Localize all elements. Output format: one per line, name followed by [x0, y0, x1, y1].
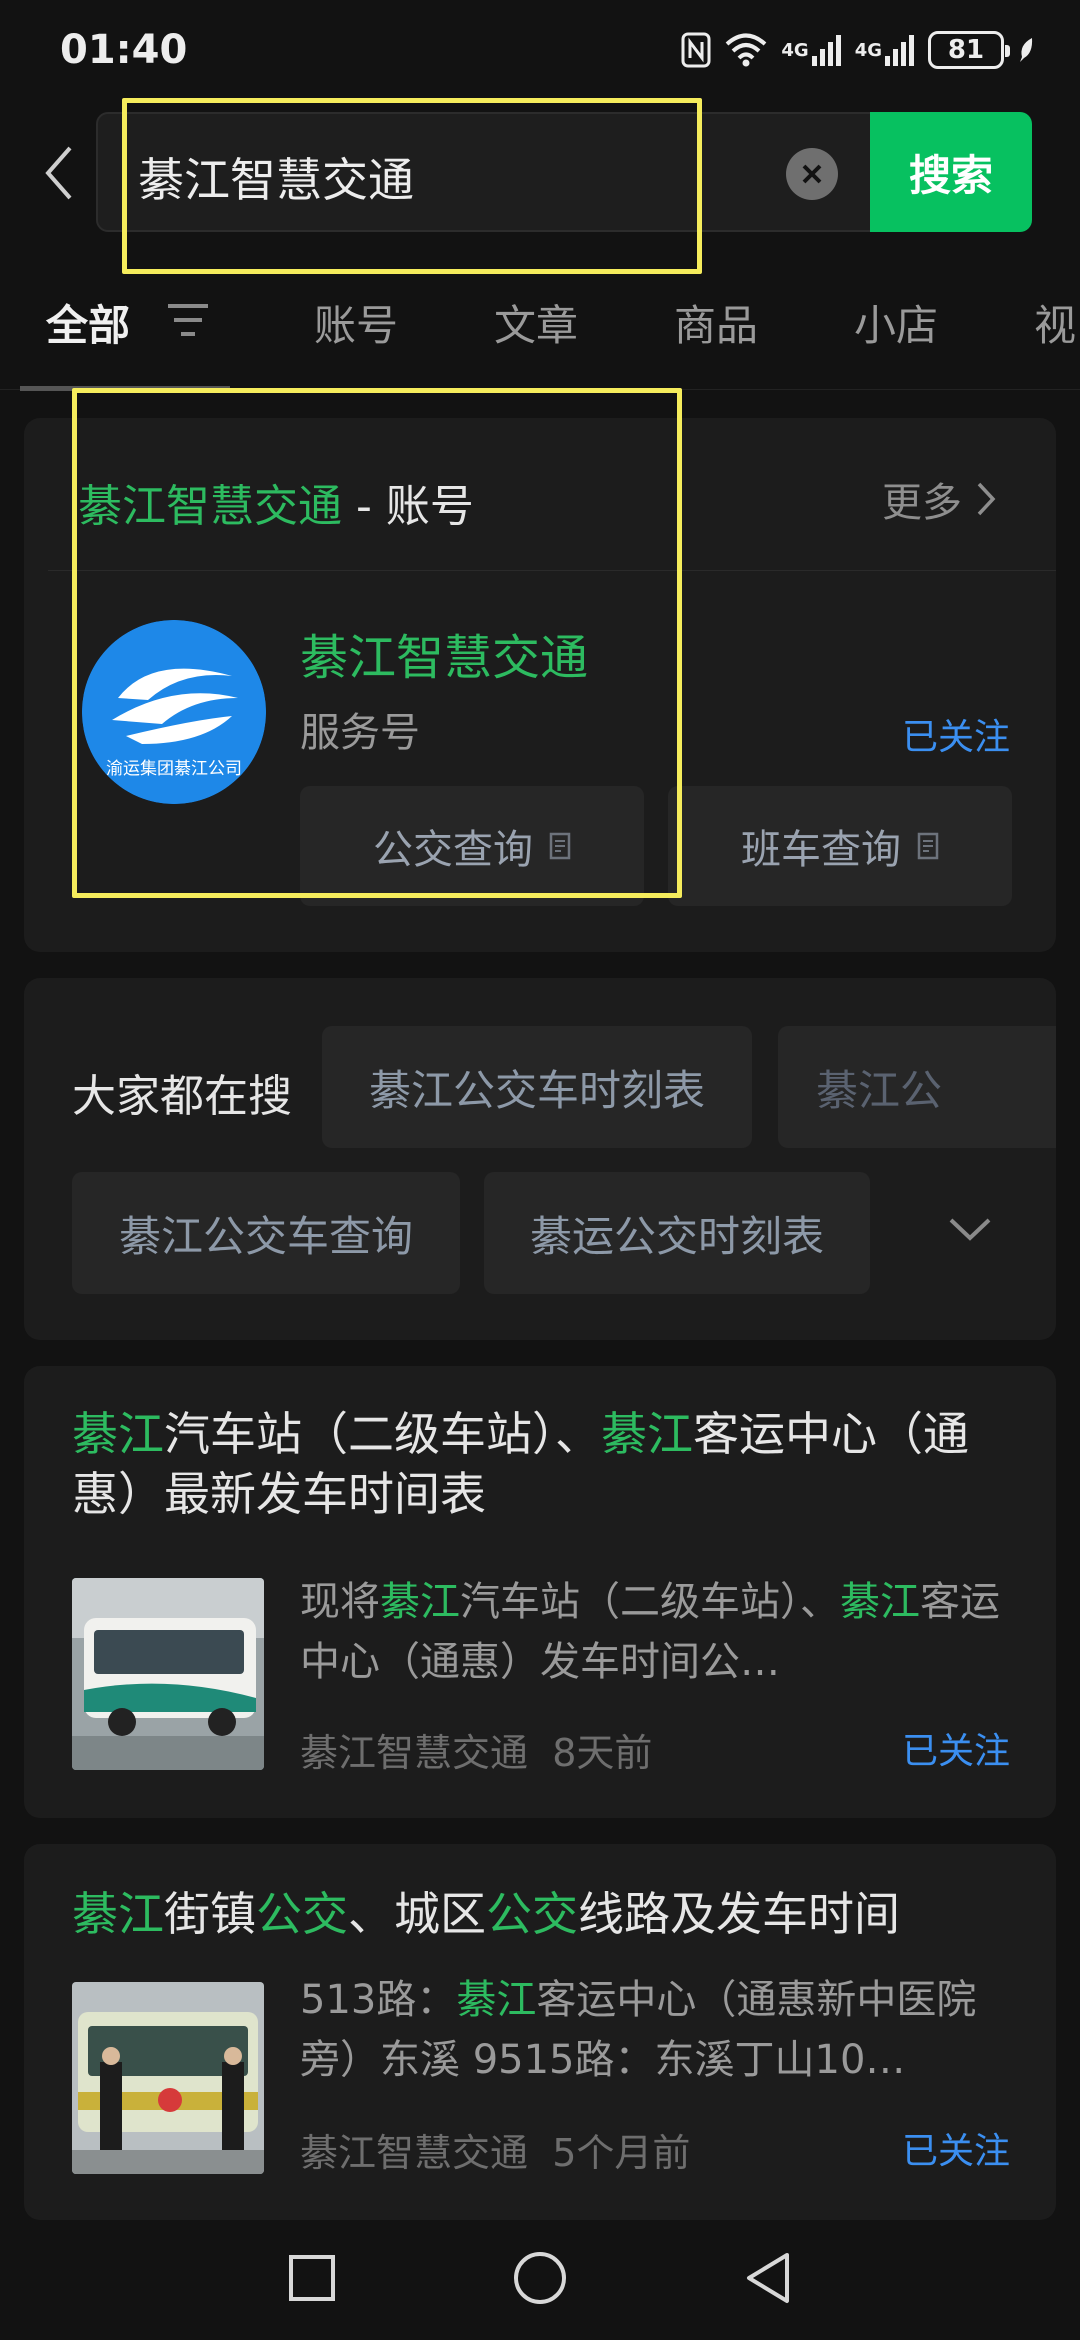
clear-search-button[interactable]	[786, 148, 838, 200]
title-keyword: 公交	[486, 1887, 578, 1941]
follow-status[interactable]: 已关注	[902, 2122, 1010, 2174]
signal-icon-1: 4G	[781, 34, 841, 66]
signal-icon-2: 4G	[855, 34, 914, 66]
article-result-card[interactable]: 綦江街镇公交、城区公交线路及发车时间 513路：綦江客运中心（通惠新中医院旁）东…	[24, 1844, 1056, 2220]
square-icon	[289, 2255, 336, 2301]
nfc-icon	[681, 32, 711, 68]
follow-status[interactable]: 已关注	[902, 1722, 1010, 1774]
annotation-highlight-search	[122, 98, 702, 274]
network-type-1: 4G	[781, 39, 809, 61]
source-name: 綦江智慧交通	[300, 1731, 529, 1775]
status-time: 01:40	[60, 27, 188, 73]
annotation-highlight-account	[72, 388, 682, 898]
more-accounts-link[interactable]: 更多	[882, 470, 996, 528]
publish-time: 5个月前	[552, 2131, 691, 2175]
bus-image-icon	[72, 1578, 264, 1770]
service-coach-query-button[interactable]: 班车查询	[668, 786, 1012, 906]
publish-time: 8天前	[552, 1731, 653, 1775]
wifi-icon	[725, 33, 767, 67]
desc-keyword: 綦江	[380, 1579, 460, 1625]
close-icon	[802, 164, 822, 184]
article-source: 綦江智慧交通 8天前	[300, 1722, 652, 1777]
network-type-2: 4G	[854, 39, 882, 61]
back-button[interactable]	[34, 138, 84, 208]
title-text: 汽车站（二级车站）、	[164, 1407, 601, 1461]
filter-icon[interactable]	[166, 302, 210, 342]
source-name: 綦江智慧交通	[300, 2131, 529, 2175]
hot-search-chip[interactable]: 綦运公交时刻表	[484, 1172, 870, 1294]
title-text: 、城区	[348, 1887, 486, 1941]
hot-searches-card: 大家都在搜 綦江公交车时刻表 綦江公 綦江公交车查询 綦运公交时刻表	[24, 978, 1056, 1340]
chevron-down-icon	[949, 1218, 991, 1241]
tab-articles[interactable]: 文章	[494, 292, 578, 353]
home-button[interactable]	[512, 2250, 568, 2310]
article-thumbnail[interactable]	[72, 1578, 264, 1770]
article-title[interactable]: 綦江汽车站（二级车站）、綦江客运中心（通惠）最新发车时间表	[72, 1404, 1032, 1524]
battery-indicator: 81	[928, 31, 1010, 69]
bus-ceremony-image-icon	[72, 1982, 264, 2174]
back-nav-button[interactable]	[743, 2251, 793, 2309]
tab-all[interactable]: 全部	[46, 292, 130, 353]
recents-button[interactable]	[287, 2253, 337, 2307]
title-text: 线路及发车时间	[578, 1887, 900, 1941]
desc-text: 现将	[300, 1579, 380, 1625]
search-button[interactable]: 搜索	[870, 112, 1032, 232]
article-source: 綦江智慧交通 5个月前	[300, 2122, 690, 2177]
system-nav-bar	[0, 2220, 1080, 2340]
hot-search-chip[interactable]: 綦江公交车查询	[72, 1172, 460, 1294]
article-result-card[interactable]: 綦江汽车站（二级车站）、綦江客运中心（通惠）最新发车时间表 现将綦江汽车站（二级…	[24, 1366, 1056, 1818]
status-bar: 01:40 4G 4G 81	[0, 0, 1080, 100]
desc-keyword: 綦江	[840, 1579, 920, 1625]
title-keyword: 綦江	[72, 1887, 164, 1941]
article-title[interactable]: 綦江街镇公交、城区公交线路及发车时间	[72, 1884, 1032, 1944]
tab-accounts[interactable]: 账号	[314, 292, 398, 353]
title-keyword: 公交	[256, 1887, 348, 1941]
circle-icon	[513, 2252, 566, 2304]
desc-keyword: 綦江	[456, 1977, 537, 2023]
tab-bar: 全部 账号 文章 商品 小店 视	[0, 270, 1080, 391]
hot-search-chip[interactable]: 綦江公交车时刻表	[322, 1026, 752, 1148]
follow-status[interactable]: 已关注	[902, 708, 1010, 760]
hot-search-chip[interactable]: 綦江公	[778, 1026, 1056, 1148]
service-label-coach: 班车查询	[741, 827, 901, 873]
back-arrow-icon	[45, 146, 72, 200]
expand-more-button[interactable]	[948, 1216, 992, 1248]
hot-searches-label: 大家都在搜	[72, 1071, 292, 1122]
status-icons: 4G 4G 81	[681, 31, 1034, 69]
chevron-right-icon	[977, 482, 996, 516]
title-keyword: 綦江	[72, 1407, 164, 1461]
document-icon	[917, 832, 939, 860]
article-description: 513路：綦江客运中心（通惠新中医院旁）东溪 9515路：东溪丁山10…	[300, 1970, 1020, 2090]
tab-video[interactable]: 视	[1034, 292, 1076, 353]
title-keyword: 綦江	[601, 1407, 693, 1461]
leaf-icon	[1018, 37, 1034, 63]
article-description: 现将綦江汽车站（二级车站）、綦江客运中心（通惠）发车时间公…	[300, 1572, 1020, 1692]
tab-products[interactable]: 商品	[674, 292, 758, 353]
more-label: 更多	[882, 480, 962, 526]
article-thumbnail[interactable]	[72, 1982, 264, 2174]
desc-text: 513路：	[300, 1977, 457, 2023]
title-text: 街镇	[164, 1887, 256, 1941]
triangle-back-icon	[746, 2253, 789, 2303]
tab-shops[interactable]: 小店	[854, 292, 938, 353]
desc-text: 汽车站（二级车站）、	[460, 1579, 840, 1625]
